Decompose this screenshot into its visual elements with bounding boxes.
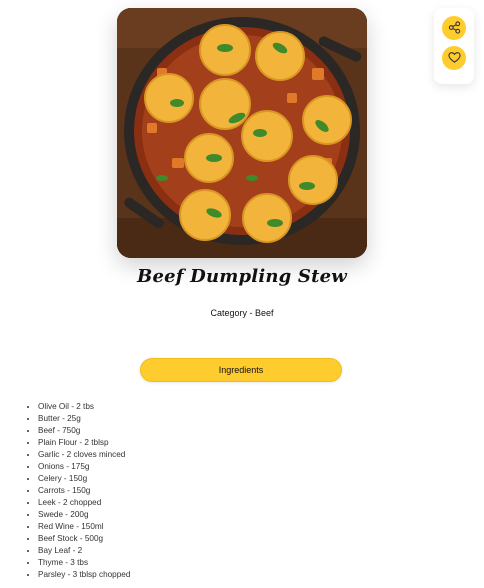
recipe-image — [117, 8, 367, 258]
ingredient-item: Red Wine - 150ml — [38, 521, 130, 533]
ingredient-item: Onions - 175g — [38, 461, 130, 473]
ingredient-item: Carrots - 150g — [38, 485, 130, 497]
ingredient-item: Beef - 750g — [38, 425, 130, 437]
heart-icon — [447, 49, 461, 68]
ingredient-item: Swede - 200g — [38, 509, 130, 521]
ingredient-item: Leek - 2 chopped — [38, 497, 130, 509]
ingredient-list: Olive Oil - 2 tbs Butter - 25g Beef - 75… — [26, 401, 130, 581]
ingredient-item: Celery - 150g — [38, 473, 130, 485]
ingredient-item: Garlic - 2 cloves minced — [38, 449, 130, 461]
ingredient-item: Plain Flour - 2 tblsp — [38, 437, 130, 449]
ingredient-item: Bay Leaf - 2 — [38, 545, 130, 557]
share-button[interactable] — [442, 16, 466, 40]
action-panel — [434, 8, 474, 84]
ingredient-item: Butter - 25g — [38, 413, 130, 425]
ingredients-button[interactable]: Ingredients — [140, 358, 342, 382]
ingredient-item: Beef Stock - 500g — [38, 533, 130, 545]
ingredient-item: Thyme - 3 tbs — [38, 557, 130, 569]
recipe-category: Category - Beef — [210, 308, 274, 318]
recipe-title: Beef Dumpling Stew — [137, 266, 347, 287]
share-icon — [448, 19, 461, 38]
ingredient-item: Olive Oil - 2 tbs — [38, 401, 130, 413]
ingredient-item: Parsley - 3 tblsp chopped — [38, 569, 130, 581]
favorite-button[interactable] — [442, 46, 466, 70]
